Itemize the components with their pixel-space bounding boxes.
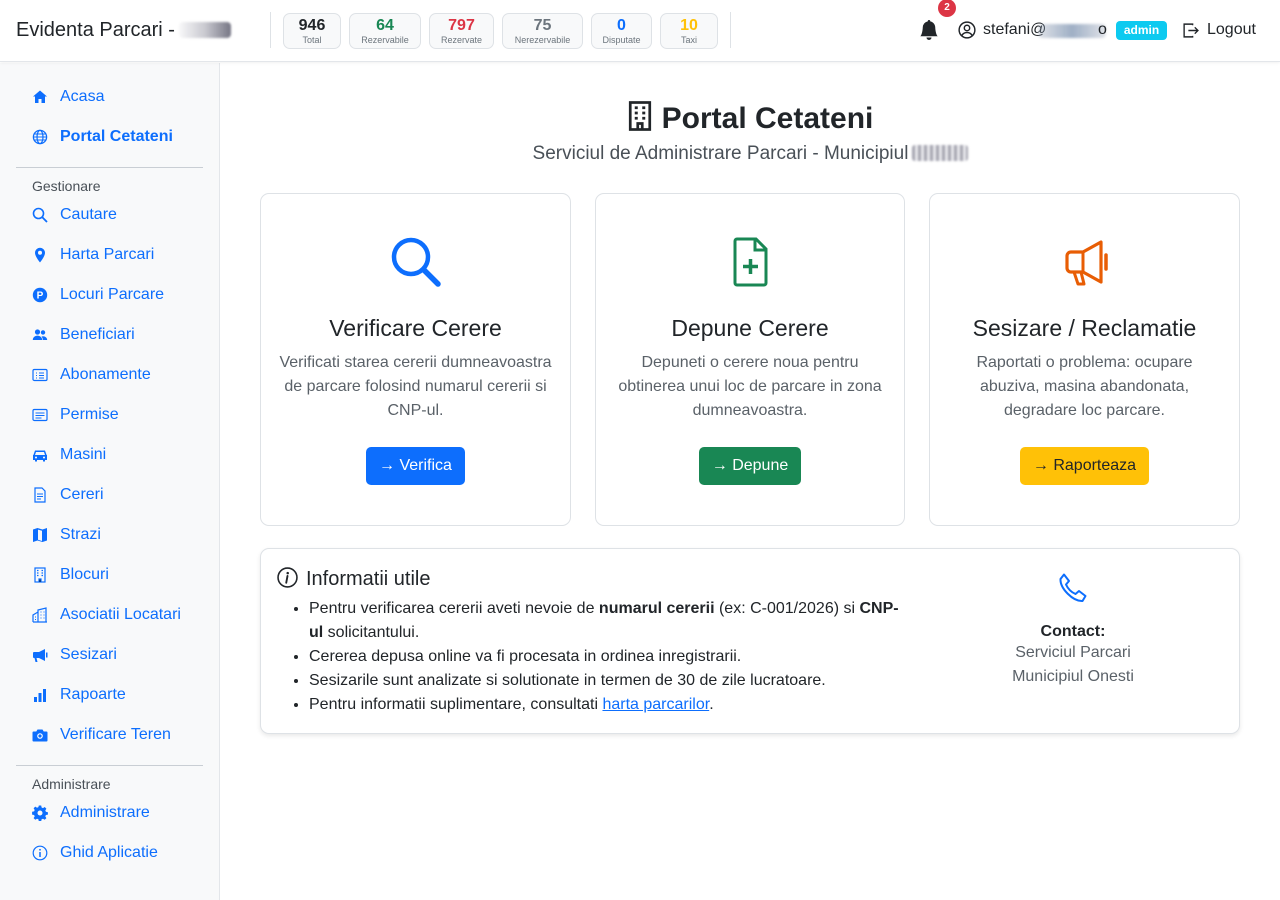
redacted-city bbox=[912, 145, 969, 161]
user-circle-icon bbox=[958, 21, 976, 39]
raporteaza-button[interactable]: → Raporteaza bbox=[1020, 447, 1149, 485]
stat-rezervabile: 64 Rezervabile bbox=[349, 13, 421, 49]
sidebar-item-strazi[interactable]: Strazi bbox=[16, 521, 204, 551]
sidebar-item-blocuri[interactable]: Blocuri bbox=[16, 561, 204, 591]
stat-disputate: 0 Disputate bbox=[591, 13, 652, 49]
camera-icon bbox=[32, 729, 48, 742]
car-icon bbox=[33, 450, 47, 462]
sidebar-item-cereri[interactable]: Cereri bbox=[16, 481, 204, 511]
sidebar-item-verificare-teren[interactable]: Verificare Teren bbox=[16, 721, 204, 751]
map-pin-icon bbox=[35, 247, 45, 263]
verifica-button[interactable]: → Verifica bbox=[366, 447, 465, 485]
building-icon bbox=[34, 567, 46, 583]
redacted-city bbox=[178, 22, 231, 38]
info-icon bbox=[32, 845, 48, 861]
sidebar-item-rapoarte[interactable]: Rapoarte bbox=[16, 681, 204, 711]
search-icon bbox=[391, 237, 441, 287]
top-navbar: Evidenta Parcari - 946 Total 64 Rezervabil… bbox=[0, 0, 1280, 62]
page-title: Portal Cetateni bbox=[221, 101, 1280, 136]
buildings-icon bbox=[32, 607, 47, 623]
sidebar-item-asociatii-locatari[interactable]: Asociatii Locatari bbox=[16, 601, 204, 631]
harta-parcarilor-link[interactable]: harta parcarilor bbox=[602, 696, 709, 713]
parking-icon: P bbox=[32, 287, 48, 303]
role-badge: admin bbox=[1116, 21, 1167, 40]
card-title: Sesizare / Reclamatie bbox=[972, 315, 1197, 341]
gear-icon bbox=[32, 805, 48, 821]
stat-nerezervabile: 75 Nerezervabile bbox=[502, 13, 583, 49]
sidebar-item-ghid-aplicatie[interactable]: Ghid Aplicatie bbox=[16, 839, 204, 869]
map-icon bbox=[33, 528, 47, 542]
sidebar-item-permise[interactable]: Permise bbox=[16, 401, 204, 431]
stat-rezervate: 797 Rezervate bbox=[429, 13, 494, 49]
building-icon bbox=[628, 101, 651, 131]
app-brand[interactable]: Evidenta Parcari - bbox=[16, 19, 231, 42]
contact-title: Contact: bbox=[1040, 623, 1106, 640]
info-title: Informatii utile bbox=[277, 567, 431, 591]
card-sesizare-reclamatie: Sesizare / Reclamatie Raportati o proble… bbox=[929, 193, 1240, 526]
list-item: Pentru verificarea cererii aveti nevoie … bbox=[309, 597, 909, 645]
section-heading-gestionare: Gestionare bbox=[32, 178, 101, 194]
document-icon bbox=[34, 487, 46, 503]
redacted-email bbox=[1038, 24, 1106, 38]
card-title: Verificare Cerere bbox=[329, 315, 502, 341]
list-item: Pentru informatii suplimentare, consulta… bbox=[309, 693, 909, 717]
megaphone-icon bbox=[33, 649, 48, 662]
card-text-icon bbox=[32, 408, 48, 422]
card-depune-cerere: Depune Cerere Depuneti o cerere noua pen… bbox=[595, 193, 905, 526]
sidebar-item-locuri-parcare[interactable]: P Locuri Parcare bbox=[16, 281, 204, 311]
user-name: stefani@ bbox=[983, 21, 1047, 38]
sidebar-divider bbox=[16, 167, 203, 168]
search-icon bbox=[32, 207, 48, 223]
notification-badge: 2 bbox=[938, 0, 956, 17]
info-list: Pentru verificarea cererii aveti nevoie … bbox=[309, 597, 909, 717]
megaphone-icon bbox=[1064, 240, 1108, 286]
sidebar-item-sesizari[interactable]: Sesizari bbox=[16, 641, 204, 671]
card-verificare-cerere: Verificare Cerere Verificati starea cere… bbox=[260, 193, 571, 526]
card-list-icon bbox=[32, 368, 48, 382]
sidebar-divider bbox=[16, 765, 203, 766]
info-panel: Informatii utile Pentru verificarea cere… bbox=[260, 548, 1240, 734]
sidebar-item-masini[interactable]: Masini bbox=[16, 441, 204, 471]
svg-text:P: P bbox=[37, 291, 44, 302]
user-name-end: o bbox=[1098, 21, 1107, 38]
divider bbox=[270, 12, 271, 48]
main-content: Portal Cetateni Serviciul de Administrar… bbox=[221, 63, 1280, 900]
divider bbox=[730, 12, 731, 48]
stat-total: 946 Total bbox=[283, 13, 341, 49]
info-icon bbox=[277, 567, 298, 588]
contact-line: Serviciul Parcari bbox=[1015, 644, 1131, 661]
card-description: Depuneti o cerere noua pentru obtinerea … bbox=[618, 354, 882, 419]
card-title: Depune Cerere bbox=[671, 315, 829, 341]
bell-icon[interactable] bbox=[919, 20, 939, 40]
contact-line: Municipiul Onesti bbox=[1012, 668, 1134, 685]
list-item: Sesizarile sunt analizate si solutionate… bbox=[309, 669, 909, 693]
sidebar-item-acasa[interactable]: Acasa bbox=[16, 83, 204, 113]
card-description: Raportati o problema: ocupare abuziva, m… bbox=[976, 354, 1193, 419]
sidebar-item-harta-parcari[interactable]: Harta Parcari bbox=[16, 241, 204, 271]
contact-block: Contact: Serviciul Parcari Municipiul On… bbox=[973, 571, 1173, 689]
sidebar-item-administrare[interactable]: Administrare bbox=[16, 799, 204, 829]
house-icon bbox=[33, 90, 47, 103]
section-heading-administrare: Administrare bbox=[32, 776, 111, 792]
sidebar-item-beneficiari[interactable]: Beneficiari bbox=[16, 321, 204, 351]
depune-button[interactable]: → Depune bbox=[699, 447, 801, 485]
phone-icon bbox=[1059, 573, 1087, 603]
people-icon bbox=[32, 329, 48, 340]
stat-taxi: 10 Taxi bbox=[660, 13, 718, 49]
page-subtitle: Serviciul de Administrare Parcari - Muni… bbox=[221, 143, 1280, 165]
logout-icon bbox=[1183, 23, 1199, 38]
sidebar-item-portal-cetateni[interactable]: Portal Cetateni bbox=[16, 123, 204, 153]
list-item: Cererea depusa online va fi procesata in… bbox=[309, 645, 909, 669]
card-description: Verificati starea cererii dumneavoastra … bbox=[279, 354, 552, 419]
globe-icon bbox=[32, 129, 48, 145]
bar-chart-icon bbox=[34, 689, 46, 702]
sidebar: Acasa Portal Cetateni Gestionare Cautare… bbox=[0, 63, 220, 900]
file-plus-icon bbox=[733, 237, 768, 287]
sidebar-item-abonamente[interactable]: Abonamente bbox=[16, 361, 204, 391]
sidebar-item-cautare[interactable]: Cautare bbox=[16, 201, 204, 231]
